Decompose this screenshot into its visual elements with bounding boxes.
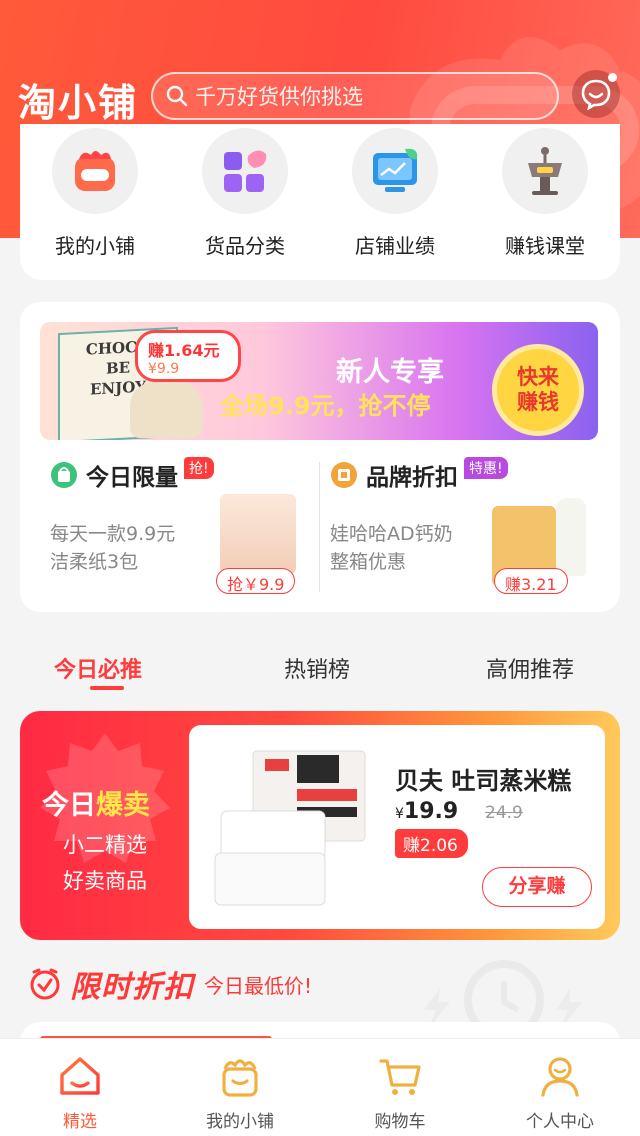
- nav-label: 货品分类: [205, 234, 285, 258]
- deal-desc: 整箱优惠: [330, 551, 407, 573]
- quick-nav-card: 我的小铺 货品分类 店铺业绩 赚钱课堂: [20, 124, 620, 280]
- deal-brand-discount[interactable]: 品牌折扣 特惠! 娃哈哈AD钙奶 整箱优惠 赚3.21: [330, 457, 600, 598]
- share-earn-button[interactable]: 分享赚: [482, 867, 592, 907]
- banner-title: 新人专享: [336, 357, 444, 388]
- nav-my-shop[interactable]: 我的小铺: [20, 128, 170, 259]
- search-bar[interactable]: 千万好货供你挑选: [151, 72, 559, 120]
- snack-bag-image: [130, 382, 202, 438]
- banner-subtitle: 全场9.9元，抢不停: [220, 392, 431, 420]
- promo-card: CHOCO BE ENJOY 赚1.64元 ¥9.9 新人专享 全场9.9元，抢…: [20, 302, 620, 612]
- nav-label: 我的小铺: [55, 234, 135, 258]
- drink-bottle-image: [556, 498, 586, 576]
- deal-today-limited[interactable]: 今日限量 抢! 每天一款9.9元 洁柔纸3包 抢￥9.9: [50, 457, 316, 598]
- tabbar-profile[interactable]: 个人中心: [480, 1053, 640, 1132]
- shop-mascot-icon: [75, 151, 115, 191]
- tab-hot-ranking[interactable]: 热销榜: [284, 652, 350, 684]
- newcomer-banner[interactable]: CHOCO BE ENJOY 赚1.64元 ¥9.9 新人专享 全场9.9元，抢…: [40, 322, 598, 440]
- banner-cta-button[interactable]: 快来 赚钱: [492, 344, 584, 436]
- tabbar-label: 精选: [63, 1112, 97, 1132]
- tab-high-commission[interactable]: 高佣推荐: [486, 652, 574, 684]
- product-name: 贝夫 吐司蒸米糕: [395, 767, 572, 795]
- tabbar-home[interactable]: 精选: [0, 1053, 160, 1132]
- flash-sale-title: 限时折扣: [70, 970, 194, 1005]
- flash-sale-header: 限时折扣 今日最低价!: [28, 962, 312, 1006]
- shop-icon: [222, 1059, 258, 1097]
- product-card[interactable]: 贝夫 吐司蒸米糕 ¥19.9 24.9 赚2.06 分享赚: [189, 725, 605, 929]
- tabbar-label: 我的小铺: [206, 1112, 274, 1132]
- product-original-price: 24.9: [485, 803, 523, 823]
- divider: [319, 462, 320, 592]
- deal-price-pill: 赚3.21: [494, 568, 568, 594]
- home-icon: [60, 1057, 100, 1095]
- tabbar-label: 个人中心: [526, 1112, 594, 1132]
- lectern-icon: [528, 147, 562, 195]
- nav-performance[interactable]: 店铺业绩: [320, 128, 470, 259]
- search-placeholder: 千万好货供你挑选: [195, 85, 363, 109]
- bottom-tab-bar: 精选 我的小铺 购物车 个人中心: [0, 1038, 640, 1136]
- gift-bag-icon: [51, 462, 77, 488]
- coupon-icon: [331, 462, 357, 488]
- tabbar-label: 购物车: [374, 1112, 426, 1132]
- nav-label: 赚钱课堂: [505, 234, 585, 258]
- profile-icon: [541, 1057, 579, 1097]
- deal-tag: 特惠!: [464, 457, 508, 479]
- cart-icon: [379, 1059, 421, 1095]
- product-earn-badge: 赚2.06: [395, 829, 468, 858]
- deal-title: 品牌折扣: [366, 465, 458, 491]
- tabbar-cart[interactable]: 购物车: [320, 1053, 480, 1132]
- hot-sale-title: 今日爆卖: [42, 790, 150, 821]
- clock-icon: [30, 968, 60, 1000]
- message-button[interactable]: [572, 70, 620, 118]
- tab-today-recommend[interactable]: 今日必推: [54, 652, 142, 684]
- chat-bubble-icon: [581, 79, 611, 110]
- product-price: ¥19.9: [395, 799, 459, 824]
- deal-desc: 娃哈哈AD钙奶: [330, 523, 453, 545]
- nav-classroom[interactable]: 赚钱课堂: [470, 128, 620, 259]
- deal-desc: 每天一款9.9元: [50, 523, 176, 545]
- performance-screen-icon: [373, 148, 418, 192]
- hot-sale-subtitle: 小二精选 好卖商品: [63, 833, 147, 893]
- tissue-pack-image: [220, 494, 296, 574]
- search-icon: [166, 85, 188, 107]
- hot-sale-card: 今日爆卖 小二精选 好卖商品 贝夫 吐司蒸米糕 ¥19.9 24.9 赚2.06…: [20, 711, 620, 940]
- deal-title: 今日限量: [86, 465, 178, 491]
- deal-tag: 抢!: [184, 457, 214, 479]
- deal-desc: 洁柔纸3包: [50, 551, 139, 573]
- nav-label: 店铺业绩: [355, 234, 435, 258]
- tab-indicator: [90, 686, 124, 690]
- app-logo: 淘小铺: [18, 81, 139, 125]
- tabbar-my-shop[interactable]: 我的小铺: [160, 1053, 320, 1132]
- nav-category[interactable]: 货品分类: [170, 128, 320, 259]
- earn-bubble: 赚1.64元 ¥9.9: [135, 330, 241, 382]
- deal-price-pill: 抢￥9.9: [216, 568, 296, 594]
- notification-dot: [608, 73, 617, 82]
- rice-cake-product-image: [214, 750, 366, 906]
- category-grid-icon: [224, 150, 267, 192]
- flash-sale-subtitle: 今日最低价!: [204, 973, 313, 998]
